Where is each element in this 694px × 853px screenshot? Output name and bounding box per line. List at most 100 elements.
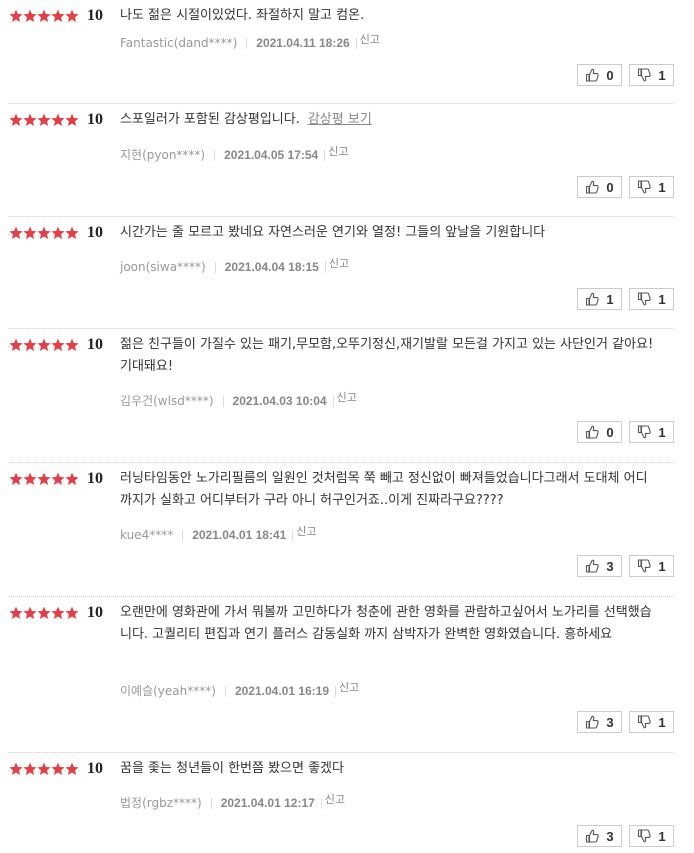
meta-divider bbox=[324, 149, 326, 161]
like-button[interactable]: 3 bbox=[577, 825, 622, 847]
dislike-count: 1 bbox=[658, 291, 666, 307]
report-link[interactable]: 신고 bbox=[339, 680, 359, 696]
star-rating bbox=[9, 225, 79, 241]
thumbs-down-icon bbox=[638, 425, 652, 439]
review-item: 10 젊은 친구들이 가질수 있는 패기,무모함,오뚜기정신,재기발랄 모든걸 가… bbox=[0, 329, 694, 463]
star-icon bbox=[37, 226, 51, 240]
star-icon bbox=[37, 338, 51, 352]
star-icon bbox=[51, 9, 65, 22]
like-count: 0 bbox=[606, 179, 614, 195]
star-icon bbox=[51, 606, 65, 620]
review-author: Fantastic(dand****) bbox=[120, 36, 238, 50]
star-icon bbox=[9, 472, 23, 485]
dislike-button[interactable]: 1 bbox=[629, 176, 674, 198]
thumbs-up-icon bbox=[586, 68, 600, 82]
like-button[interactable]: 0 bbox=[577, 64, 622, 86]
review-text: 스포일러가 포함된 감상평입니다. 감상평 보기 bbox=[120, 109, 654, 131]
star-icon bbox=[9, 762, 23, 775]
dislike-button[interactable]: 1 bbox=[629, 555, 674, 577]
star-icon bbox=[37, 472, 51, 485]
star-icon bbox=[9, 606, 23, 620]
dislike-button[interactable]: 1 bbox=[629, 421, 674, 443]
review-item: 10 나도 젊은 시절이있었다. 좌절하지 말고 컴온. Fantastic(dan… bbox=[0, 0, 694, 104]
star-rating bbox=[9, 337, 79, 353]
star-icon bbox=[51, 113, 65, 126]
star-icon bbox=[51, 338, 65, 351]
star-icon bbox=[23, 606, 37, 619]
review-meta: 김우건(wlsd****) 2021.04.03 10:04 신고 bbox=[120, 390, 357, 409]
report-link[interactable]: 신고 bbox=[296, 524, 316, 540]
like-button[interactable]: 0 bbox=[577, 421, 622, 443]
like-count: 0 bbox=[606, 424, 614, 440]
report-link[interactable]: 신고 bbox=[328, 144, 348, 160]
dislike-button[interactable]: 1 bbox=[629, 288, 674, 310]
star-icon bbox=[23, 9, 37, 22]
star-icon bbox=[37, 9, 51, 22]
star-icon bbox=[37, 9, 51, 23]
star-icon bbox=[65, 226, 79, 240]
dislike-button[interactable]: 1 bbox=[629, 64, 674, 86]
review-author: 법정(rgbz****) bbox=[120, 796, 202, 810]
review-date: 2021.04.05 17:54 bbox=[224, 148, 319, 162]
report-link[interactable]: 신고 bbox=[329, 256, 349, 272]
star-icon bbox=[51, 472, 65, 486]
report-link[interactable]: 신고 bbox=[325, 792, 345, 808]
meta-divider bbox=[320, 797, 322, 809]
review-date: 2021.04.01 12:17 bbox=[220, 796, 315, 810]
like-button[interactable]: 1 bbox=[577, 288, 622, 310]
like-button[interactable]: 0 bbox=[577, 176, 622, 198]
star-rating bbox=[9, 761, 79, 777]
vote-buttons: 11 bbox=[577, 288, 674, 310]
like-button[interactable]: 3 bbox=[577, 555, 622, 577]
like-count: 3 bbox=[606, 558, 614, 574]
review-body: 러닝타임동안 노가리필름의 일원인 것처럼목 쭉 빼고 정신없이 빠져들었습니다… bbox=[120, 471, 648, 508]
star-icon bbox=[51, 606, 65, 619]
meta-divider bbox=[214, 149, 216, 161]
rating-score: 10 bbox=[87, 7, 103, 24]
vote-buttons: 01 bbox=[577, 421, 674, 443]
meta-divider bbox=[332, 395, 334, 407]
star-icon bbox=[37, 606, 51, 619]
review-meta: joon(siwa****) 2021.04.04 18:15 신고 bbox=[120, 256, 349, 275]
star-icon bbox=[65, 113, 79, 127]
dislike-count: 1 bbox=[658, 828, 666, 844]
meta-divider bbox=[222, 395, 224, 407]
review-meta: 이예슬(yeah****) 2021.04.01 16:19 신고 bbox=[120, 680, 359, 699]
dislike-button[interactable]: 1 bbox=[629, 711, 674, 733]
review-author: 지현(pyon****) bbox=[120, 148, 206, 162]
dislike-button[interactable]: 1 bbox=[629, 825, 674, 847]
star-icon bbox=[65, 338, 79, 351]
vote-buttons: 31 bbox=[577, 711, 674, 733]
review-text: 러닝타임동안 노가리필름의 일원인 것처럼목 쭉 빼고 정신없이 빠져들었습니다… bbox=[120, 468, 654, 512]
star-icon bbox=[51, 9, 65, 23]
star-icon bbox=[37, 226, 51, 239]
star-icon bbox=[65, 606, 79, 620]
star-icon bbox=[9, 9, 23, 23]
thumbs-down-icon bbox=[638, 559, 652, 573]
star-icon bbox=[23, 606, 37, 620]
report-link[interactable]: 신고 bbox=[337, 390, 357, 406]
review-author: 김우건(wlsd****) bbox=[120, 394, 214, 408]
star-icon bbox=[65, 226, 79, 239]
star-icon bbox=[23, 9, 37, 23]
thumbs-up-icon bbox=[586, 559, 600, 573]
star-icon bbox=[37, 762, 51, 776]
star-icon bbox=[51, 762, 65, 775]
star-icon bbox=[9, 762, 23, 776]
report-link[interactable]: 신고 bbox=[360, 32, 380, 48]
star-rating bbox=[9, 605, 79, 621]
meta-divider bbox=[335, 685, 337, 697]
star-icon bbox=[23, 472, 37, 485]
star-icon bbox=[65, 472, 79, 486]
review-date: 2021.04.04 18:15 bbox=[224, 260, 319, 274]
review-date: 2021.04.03 10:04 bbox=[232, 394, 327, 408]
review-body: 나도 젊은 시절이있었다. 좌절하지 말고 컴온. bbox=[120, 8, 365, 23]
like-button[interactable]: 3 bbox=[577, 711, 622, 733]
rating-score: 10 bbox=[87, 470, 103, 487]
spoiler-view-link[interactable]: 감상평 보기 bbox=[308, 112, 372, 127]
vote-buttons: 31 bbox=[577, 555, 674, 577]
dislike-count: 1 bbox=[658, 179, 666, 195]
star-icon bbox=[9, 226, 23, 240]
review-list: 10 나도 젊은 시절이있었다. 좌절하지 말고 컴온. Fantastic(dan… bbox=[0, 0, 694, 853]
review-meta: Fantastic(dand****) 2021.04.11 18:26 신고 bbox=[120, 32, 380, 51]
